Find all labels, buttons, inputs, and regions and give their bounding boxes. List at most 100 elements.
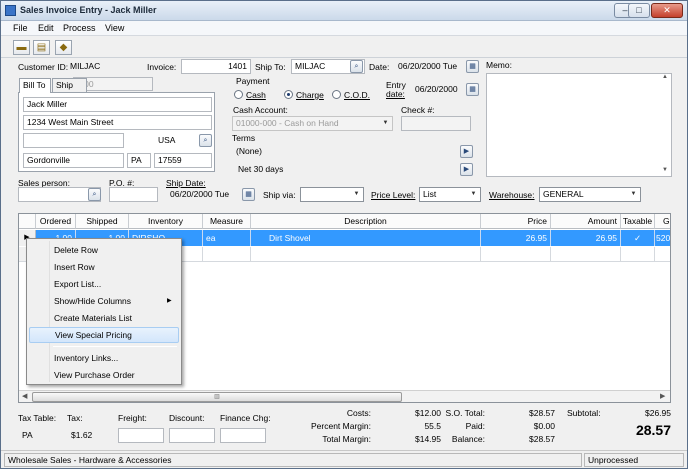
date-label: Date: [369,62,390,72]
column-header-measure[interactable]: Measure [203,214,251,229]
price-level-value: List [423,189,437,199]
menu-item-view-purchase-order[interactable]: View Purchase Order [29,367,179,383]
payment-cash-radio[interactable] [234,90,243,99]
memo-field[interactable] [486,73,672,177]
discount-field[interactable] [169,428,215,443]
new-row-cell[interactable] [203,247,251,262]
new-row-cell[interactable] [655,247,670,262]
menu-item-create-materials-list[interactable]: Create Materials List [29,310,179,326]
menu-item-delete-row[interactable]: Delete Row [29,242,179,258]
so-total-label: S.O. Total: [445,408,485,418]
status-bar: Wholesale Sales - Hardware & Accessories… [1,450,687,468]
column-header-amount[interactable]: Amount [551,214,621,229]
cell-gl[interactable]: 5200 [655,230,670,246]
menu-item-insert-row[interactable]: Insert Row [29,259,179,275]
new-row-cell[interactable] [551,247,621,262]
column-header-ordered[interactable]: Ordered [36,214,76,229]
invoice-field[interactable]: 1401 [181,59,251,74]
terms-1-arrow-icon[interactable]: ▶ [460,145,473,158]
terms-line-1[interactable]: (None) [232,144,474,159]
menu-item-inventory-links[interactable]: Inventory Links... [29,350,179,366]
ship-via-dropdown[interactable]: ▼ [300,187,364,202]
payment-charge-radio[interactable] [284,90,293,99]
bill-street-field[interactable]: 1234 West Main Street [23,115,212,130]
cash-icon[interactable]: ▬ [13,40,30,55]
terms-line-2[interactable]: Net 30 days [232,162,474,177]
menu-file[interactable]: File [13,23,28,33]
customer-id-field[interactable]: MILJAC [66,59,142,74]
menu-item-view-special-pricing[interactable]: View Special Pricing [29,327,179,343]
balance-value: $28.57 [529,434,555,444]
ship-to-search-icon[interactable]: ⌕ [350,60,363,73]
entry-date-label-2: date: [386,89,405,99]
payment-cod-radio[interactable] [332,90,341,99]
chevron-down-icon: ▼ [353,191,360,197]
balance-label: Balance: [451,434,485,444]
payment-icon[interactable]: ◆ [55,40,72,55]
scroll-left-icon[interactable]: ◀ [22,392,27,400]
column-header-description[interactable]: Description [251,214,481,229]
tax-label: Tax: [67,413,83,423]
date-calendar-icon[interactable]: ▦ [466,60,479,73]
tab-ship-to[interactable]: Ship To [52,78,87,103]
check-field[interactable] [401,116,471,131]
po-field[interactable] [109,187,158,202]
new-row-cell[interactable] [481,247,551,262]
entry-date-calendar-icon[interactable]: ▦ [466,83,479,96]
freight-label: Freight: [118,413,147,423]
cash-account-value: 01000-000 - Cash on Hand [236,118,339,128]
warehouse-dropdown[interactable]: GENERAL ▼ [539,187,641,202]
post-icon[interactable]: ▤ [33,40,50,55]
paid-label: Paid: [465,421,485,431]
price-level-dropdown[interactable]: List ▼ [419,187,481,202]
bill-state-field[interactable]: PA [127,153,151,168]
payment-label: Payment [236,76,270,86]
cell-description[interactable]: Dirt Shovel [251,230,481,246]
taxable-check-icon[interactable]: ✓ [621,230,655,246]
ship-date-field[interactable]: 06/20/2000 Tue [166,187,242,202]
new-row-cell[interactable] [251,247,481,262]
bill-city-field[interactable]: Gordonville [23,153,124,168]
terms-2-arrow-icon[interactable]: ▶ [460,163,473,176]
discount-label: Discount: [169,413,205,423]
close-button[interactable]: ✕ [651,3,683,18]
date-field[interactable]: 06/20/2000 Tue [394,59,464,74]
menu-process[interactable]: Process [63,23,96,33]
country-search-icon[interactable]: ⌕ [199,134,212,147]
scroll-right-icon[interactable]: ▶ [660,392,665,400]
menu-edit[interactable]: Edit [38,23,54,33]
ship-date-calendar-icon[interactable]: ▦ [242,188,255,201]
column-header-price[interactable]: Price [481,214,551,229]
subtotal-label: Subtotal: [567,408,601,418]
freight-field[interactable] [118,428,164,443]
bill-country-field[interactable]: USA [154,133,198,148]
grid-horizontal-scrollbar[interactable]: ◀ ▥ ▶ [19,390,670,402]
bill-line3-field[interactable] [23,133,124,148]
cell-price[interactable]: 26.95 [481,230,551,246]
tab-bill-to[interactable]: Bill To [19,78,51,93]
cell-amount[interactable]: 26.95 [551,230,621,246]
column-header-inventory[interactable]: Inventory [129,214,203,229]
bill-name-field[interactable]: Jack Miller [23,97,212,112]
new-row-cell[interactable] [621,247,655,262]
scroll-thumb[interactable]: ▥ [32,392,402,402]
customer-id-label: Customer ID: [18,62,69,72]
subtotal-value: $26.95 [645,408,671,418]
menu-item-show-hide-columns[interactable]: Show/Hide Columns [29,293,179,309]
column-header-gl[interactable]: GL [655,214,670,229]
maximize-button[interactable]: □ [628,3,650,18]
payment-cash-label: Cash [246,90,266,100]
menu-view[interactable]: View [105,23,124,33]
payment-cod-label: C.O.D. [344,90,370,100]
bill-zip-field[interactable]: 17559 [154,153,212,168]
sales-person-search-icon[interactable]: ⌕ [88,188,101,201]
memo-scrollbar[interactable]: ▲ ▼ [661,73,671,177]
column-header-shipped[interactable]: Shipped [76,214,129,229]
entry-date-field[interactable]: 06/20/2000 [411,82,464,97]
column-header-taxable[interactable]: Taxable [621,214,655,229]
tax-field[interactable]: $1.62 [67,428,111,443]
tax-table-field[interactable]: PA [18,428,62,443]
menu-item-export-list[interactable]: Export List... [29,276,179,292]
cell-measure[interactable]: ea [203,230,251,246]
finance-charge-field[interactable] [220,428,266,443]
